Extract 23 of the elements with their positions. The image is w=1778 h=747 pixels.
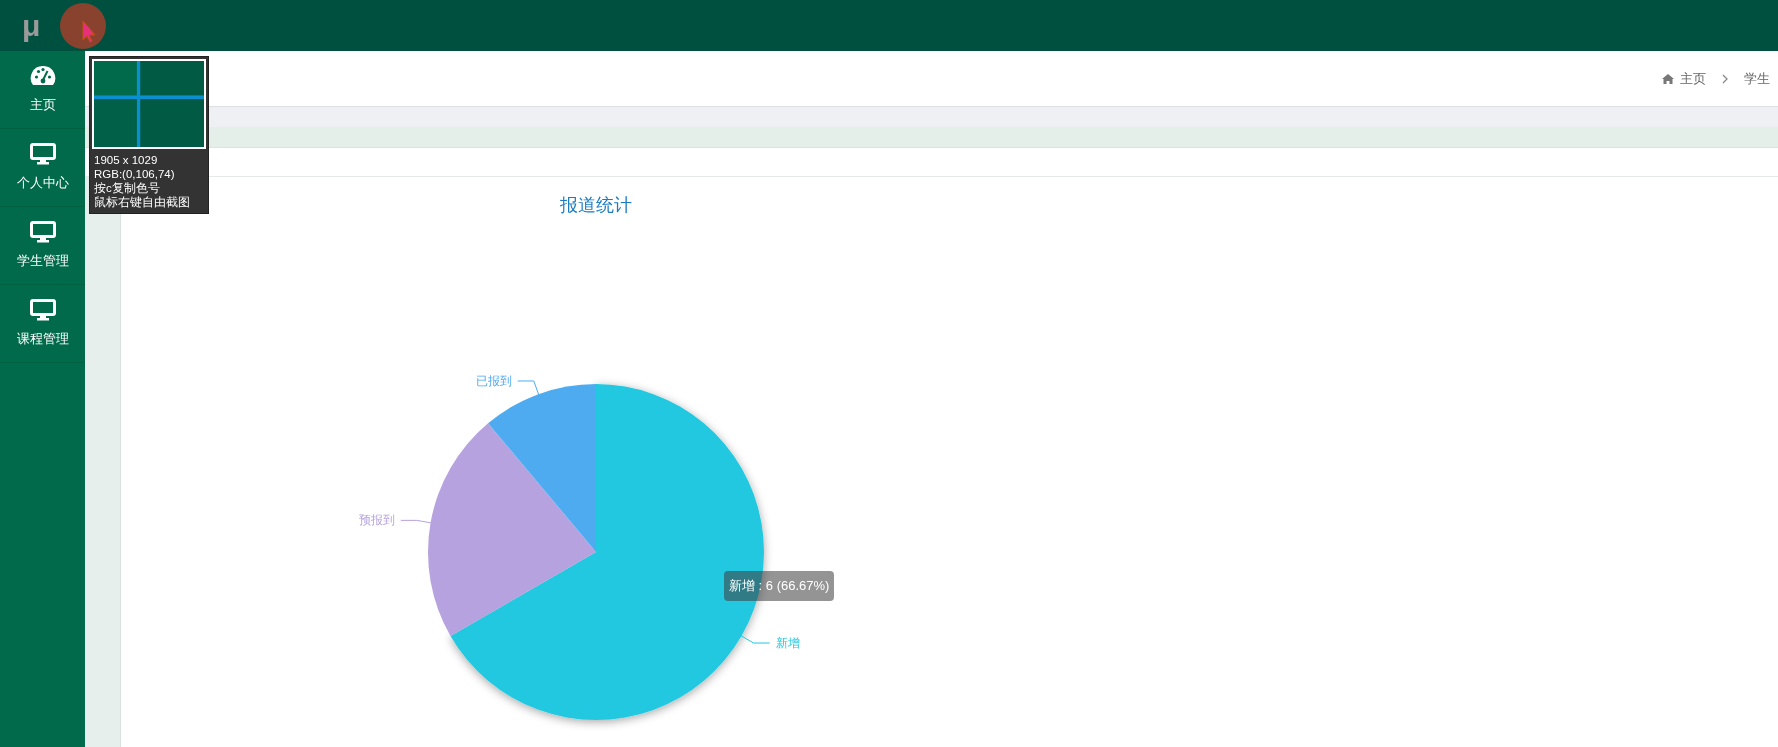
- dashboard-icon: [29, 65, 56, 87]
- home-icon: [1662, 73, 1674, 84]
- slice-label: 预报到: [358, 513, 395, 528]
- breadcrumb-link[interactable]: 学生: [1744, 69, 1770, 88]
- picker-info-text: RGB:(0,106,74): [94, 167, 176, 181]
- leader-line: [739, 634, 771, 644]
- slice-label: 已报到: [475, 373, 512, 388]
- monitor-icon: [29, 299, 56, 321]
- monitor-icon: [29, 221, 56, 243]
- leader-line: [400, 519, 434, 524]
- cursor-icon: [59, 2, 107, 50]
- logo: μ: [22, 8, 41, 43]
- breadcrumb-link[interactable]: 主页: [1680, 69, 1706, 88]
- pie-slice[interactable]: [428, 423, 596, 636]
- picker-info-text: 1905 x 1029: [94, 153, 159, 167]
- chart-title: 报道统计: [560, 195, 632, 215]
- slice-label: 新增: [775, 636, 800, 650]
- chevron-icon: [1722, 73, 1728, 84]
- picker-info-text: 按c复制色号: [94, 181, 161, 195]
- chart-tooltip: 新增 : 6 (66.67%): [724, 571, 835, 601]
- picker-info-text: 鼠标右键自由截图: [94, 195, 191, 209]
- monitor-icon: [29, 143, 56, 165]
- leader-line: [517, 380, 540, 397]
